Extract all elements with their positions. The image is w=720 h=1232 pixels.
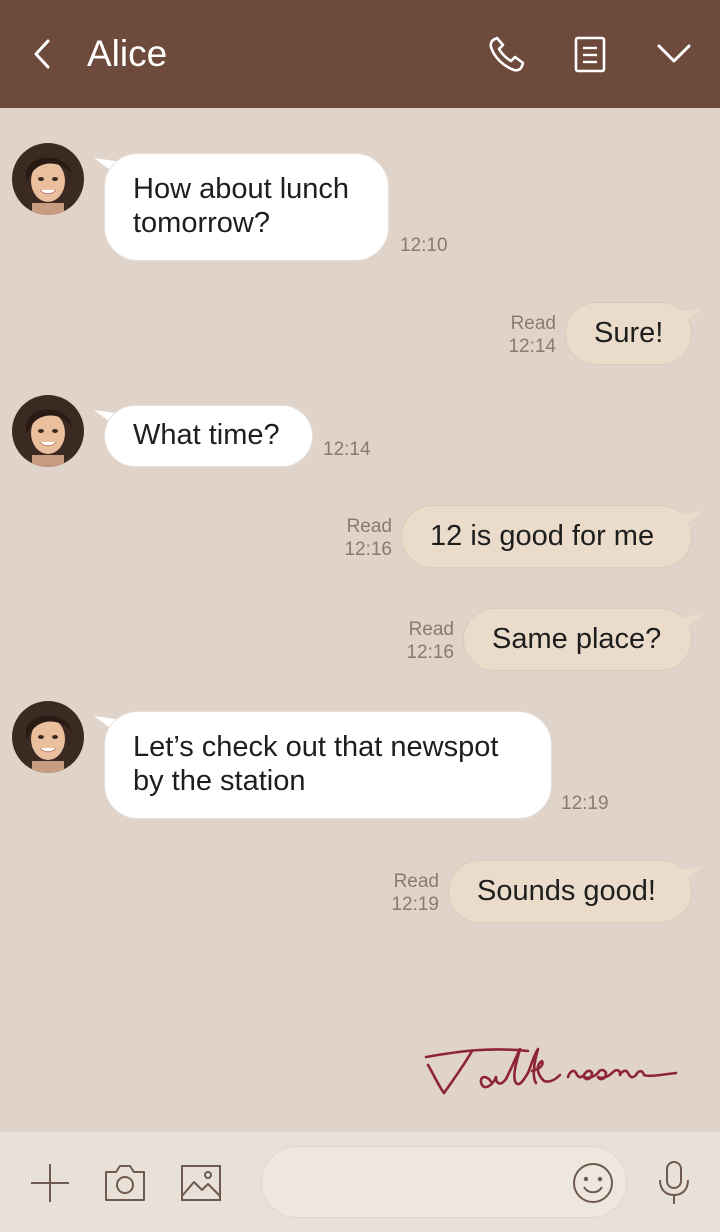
back-arrow-icon[interactable] (26, 36, 58, 72)
message-time: 12:19 (561, 793, 609, 814)
talk-room-watermark (424, 1047, 678, 1095)
bubble-tail (676, 866, 704, 884)
read-status: Read (408, 619, 454, 640)
message-composer (0, 1132, 720, 1232)
chevron-down-icon[interactable] (656, 42, 692, 66)
message-bubble[interactable]: Sure! (565, 302, 692, 365)
message-time: 12:10 (400, 235, 448, 256)
message-time: 12:14 (508, 336, 556, 357)
message-meta: Read 12:19 (363, 870, 439, 916)
message-bubble[interactable]: How about lunch tomorrow? (104, 153, 389, 261)
message-time: 12:16 (344, 539, 392, 560)
phone-icon[interactable] (486, 35, 526, 75)
avatar[interactable] (12, 143, 84, 215)
read-status: Read (346, 516, 392, 537)
image-icon[interactable] (180, 1164, 222, 1202)
bubble-tail (676, 614, 704, 632)
bubble-tail (676, 308, 704, 326)
plus-icon[interactable] (30, 1163, 70, 1203)
notes-icon[interactable] (572, 36, 608, 74)
message-meta: Read 12:16 (316, 515, 392, 561)
message-meta: Read 12:14 (480, 312, 556, 358)
message-list[interactable]: How about lunch tomorrow? 12:10 Read 12:… (0, 108, 720, 1132)
avatar[interactable] (12, 395, 84, 467)
chat-header: Alice (0, 0, 720, 108)
message-time: 12:14 (323, 439, 371, 460)
message-meta: Read 12:16 (378, 618, 454, 664)
read-status: Read (393, 871, 439, 892)
bubble-tail (676, 511, 704, 529)
message-time: 12:19 (391, 894, 439, 915)
message-bubble[interactable]: Let’s check out that newspot by the stat… (104, 711, 552, 819)
emoji-icon[interactable] (572, 1162, 614, 1204)
microphone-icon[interactable] (656, 1160, 692, 1206)
avatar[interactable] (12, 701, 84, 773)
message-time: 12:16 (406, 642, 454, 663)
camera-icon[interactable] (104, 1164, 146, 1202)
message-bubble[interactable]: What time? (104, 405, 313, 467)
message-bubble[interactable]: 12 is good for me (401, 505, 692, 568)
message-bubble[interactable]: Sounds good! (448, 860, 692, 923)
chat-title: Alice (87, 33, 168, 74)
message-bubble[interactable]: Same place? (463, 608, 692, 671)
read-status: Read (510, 313, 556, 334)
